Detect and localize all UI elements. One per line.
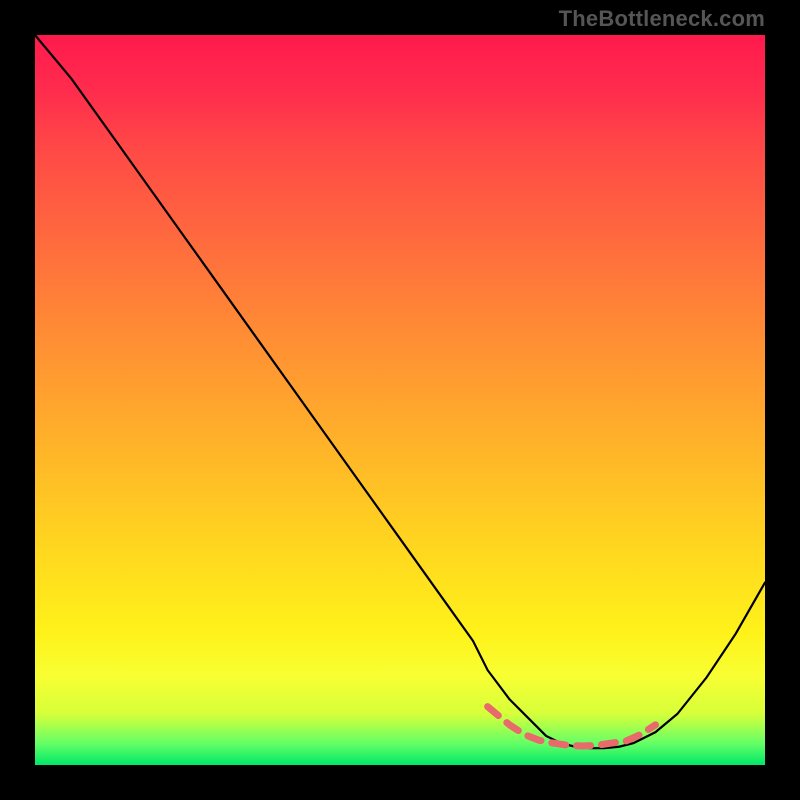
chart-frame: TheBottleneck.com — [0, 0, 800, 800]
watermark-text: TheBottleneck.com — [559, 6, 765, 32]
bottleneck-optimal-dash — [488, 707, 656, 746]
chart-svg — [35, 35, 765, 765]
plot-area — [35, 35, 765, 765]
bottleneck-curve-path — [35, 35, 765, 748]
